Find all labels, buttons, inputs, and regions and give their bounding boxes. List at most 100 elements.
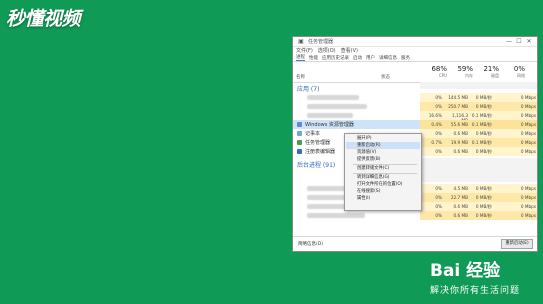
memory-label: 内存 <box>465 73 473 78</box>
tab-strip: 进程 性能 应用历史记录 启动 用户 详细信息 服务 <box>293 54 537 62</box>
column-name[interactable]: 名称 <box>296 74 305 80</box>
cell-cpu: 0% <box>435 186 442 191</box>
cell-disk: 0.1 MB/秒 <box>471 140 492 145</box>
table-row[interactable]: 0% 0.6 MB 0 MB/秒 0 Mbps <box>293 211 537 220</box>
baidu-jingyan-watermark: Bai 经验 解决你所有生活问题 <box>430 256 540 296</box>
cell-cpu: 0.4% <box>431 122 442 127</box>
menu-item-dump-file[interactable]: 创建转储文件(C) <box>346 165 420 172</box>
table-row-selected[interactable]: Windows 资源管理器 0.4% 55.6 MB 0.1 MB/秒 0 Mb… <box>293 120 537 129</box>
row-name: 记事本 <box>297 130 320 137</box>
brand-logo: 秒懂视频 <box>6 8 81 30</box>
menu-item-search-online[interactable]: 在线搜索(S) <box>346 188 420 195</box>
cell-disk: 0 MB/秒 <box>475 131 492 136</box>
menu-options[interactable]: 选项(O) <box>318 47 336 54</box>
network-label: 网络 <box>517 73 525 78</box>
table-row[interactable]: 16.6% 1,116.3 MB 0.1 MB/秒 0 Mbps <box>293 111 537 123</box>
row-label: 任务管理器 <box>305 140 331 146</box>
cell-network: 0 Mbps <box>520 95 536 100</box>
cell-memory: 0.6 MB <box>453 213 468 218</box>
section-background: 后台进程 (91) <box>297 162 336 169</box>
row-label: 注册表编辑器 <box>305 149 336 155</box>
cell-disk: 0 MB/秒 <box>475 186 492 191</box>
blurred-process-name <box>307 213 365 218</box>
end-task-button[interactable]: 重新启动(E) <box>501 239 533 249</box>
close-button[interactable]: ✕ <box>524 38 534 45</box>
menu-item-go-to-details[interactable]: 转到详细信息(G) <box>346 174 420 181</box>
window-title: 任务管理器 <box>308 39 334 45</box>
tab-app-history[interactable]: 应用历史记录 <box>322 55 349 61</box>
row-cells: 0% 0.6 MB 0 MB/秒 0 Mbps <box>420 129 537 138</box>
menu-item-expand[interactable]: 展开(P) <box>346 135 420 142</box>
cell-disk: 0 MB/秒 <box>475 149 492 154</box>
cell-network: 0 Mbps <box>520 195 536 200</box>
column-header: 名称 状态 68% CPU 59% 内存 21% 磁盘 0% 网络 <box>293 62 537 83</box>
blurred-app-name <box>307 104 367 109</box>
cpu-percent: 68% <box>431 65 447 73</box>
cell-cpu: 0.7% <box>431 140 442 145</box>
section-fill <box>420 82 537 89</box>
row-name: 任务管理器 <box>297 139 330 146</box>
watermark-logo: Bai 经验 <box>430 256 540 281</box>
watermark-subtitle: 解决你所有生活问题 <box>430 286 521 296</box>
fewer-details-link[interactable]: 简略信息(D) <box>298 241 323 247</box>
context-menu: 展开(P) 重新启动(R) 资源值(V) 提供反馈(B) 创建转储文件(C) 转… <box>344 133 422 211</box>
column-status[interactable]: 状态 <box>381 74 390 80</box>
tab-startup[interactable]: 启动 <box>353 55 362 61</box>
cell-cpu: 0% <box>435 204 442 209</box>
menu-view[interactable]: 查看(V) <box>341 47 358 54</box>
title-bar: ▣ 任务管理器 — ☐ ✕ <box>293 37 537 47</box>
cell-network: 0 Mbps <box>520 140 536 145</box>
cell-memory: 19.9 MB <box>450 140 468 145</box>
row-cells: 0% 22.7 MB 0 MB/秒 0 Mbps <box>420 193 537 202</box>
table-row[interactable]: 0% 250.7 MB 0 MB/秒 0 Mbps <box>293 102 537 111</box>
tab-services[interactable]: 服务 <box>401 55 410 61</box>
cell-disk: 0.1 MB/秒 <box>471 113 492 118</box>
cell-network: 0 Mbps <box>520 104 536 109</box>
tab-processes[interactable]: 进程 <box>296 54 305 61</box>
cell-cpu: 0% <box>435 95 442 100</box>
table-row[interactable]: 0% 144.5 MB 0 MB/秒 0 Mbps <box>293 93 537 102</box>
maximize-button[interactable]: ☐ <box>514 38 524 45</box>
section-fill <box>420 158 537 182</box>
menu-item-feedback[interactable]: 提供反馈(B) <box>346 156 420 163</box>
row-cells: 0% 144.5 MB 0 MB/秒 0 Mbps <box>420 93 537 102</box>
cell-network: 0 Mbps <box>520 149 536 154</box>
disk-percent: 21% <box>483 65 499 73</box>
cell-cpu: 0% <box>435 195 442 200</box>
row-name: Windows 资源管理器 <box>297 121 354 128</box>
cell-memory: 0.6 MB <box>453 204 468 209</box>
app-icon: ▣ <box>298 38 304 45</box>
cell-cpu: 0% <box>435 149 442 154</box>
notepad-icon <box>297 131 302 136</box>
column-cpu[interactable]: 68% CPU <box>425 65 447 78</box>
cell-network: 0 Mbps <box>520 204 536 209</box>
menu-bar: 文件(F) 选项(O) 查看(V) <box>293 47 537 54</box>
blurred-app-name <box>307 95 359 100</box>
menu-item-restart[interactable]: 重新启动(R) <box>346 142 420 149</box>
cell-cpu: 16.6% <box>428 113 442 118</box>
cell-disk: 0.1 MB/秒 <box>471 122 492 127</box>
disk-label: 磁盘 <box>491 73 499 78</box>
tab-details[interactable]: 详细信息 <box>379 55 397 61</box>
cell-disk: 0 MB/秒 <box>475 95 492 100</box>
column-network[interactable]: 0% 网络 <box>503 65 525 79</box>
explorer-icon <box>297 122 302 127</box>
blurred-process-name <box>307 186 347 191</box>
menu-item-properties[interactable]: 属性(I) <box>346 195 420 202</box>
minimize-button[interactable]: — <box>504 38 514 45</box>
row-cells: 0.7% 19.9 MB 0.1 MB/秒 0 Mbps <box>420 138 537 147</box>
menu-file[interactable]: 文件(F) <box>296 47 313 54</box>
cell-cpu: 0% <box>435 213 442 218</box>
cell-cpu: 0% <box>435 131 442 136</box>
column-memory[interactable]: 59% 内存 <box>451 65 473 79</box>
tab-users[interactable]: 用户 <box>366 55 375 61</box>
row-label: 记事本 <box>305 131 321 137</box>
cpu-label: CPU <box>438 73 447 78</box>
menu-item-open-file-location[interactable]: 打开文件所在的位置(O) <box>346 181 420 188</box>
tab-performance[interactable]: 性能 <box>309 55 318 61</box>
column-disk[interactable]: 21% 磁盘 <box>477 65 499 79</box>
network-percent: 0% <box>513 65 525 73</box>
row-cells: 16.6% 1,116.3 MB 0.1 MB/秒 0 Mbps <box>420 111 537 123</box>
cell-network: 0 Mbps <box>520 122 536 127</box>
menu-item-resource-values[interactable]: 资源值(V) <box>346 149 420 156</box>
